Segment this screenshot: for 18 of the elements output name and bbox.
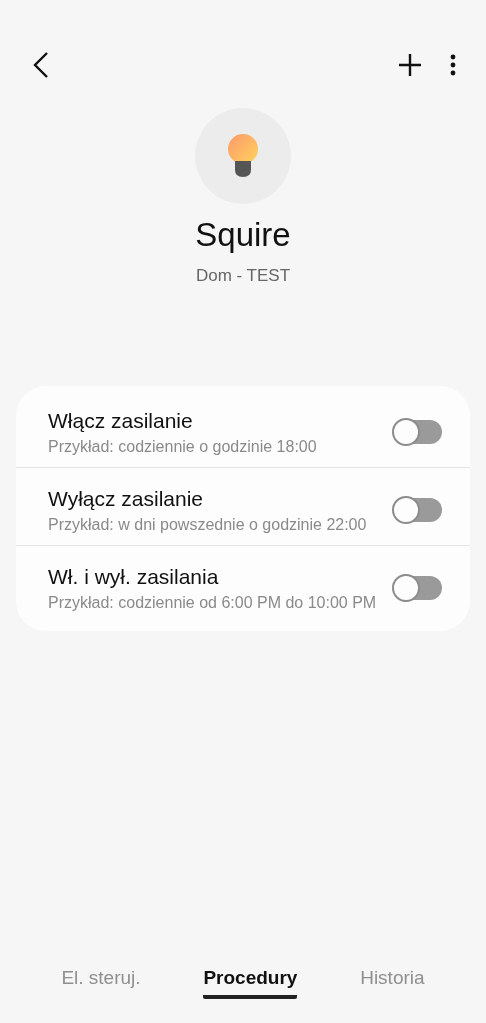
add-icon[interactable] xyxy=(398,53,422,77)
toggle-switch[interactable] xyxy=(394,575,442,600)
tab[interactable]: El. steruj. xyxy=(61,967,141,999)
tab[interactable]: Historia xyxy=(360,967,425,999)
back-icon[interactable] xyxy=(32,51,50,79)
toggle-switch[interactable] xyxy=(394,497,442,522)
bulb-icon xyxy=(227,134,259,178)
tab[interactable]: Procedury xyxy=(203,967,298,999)
more-icon[interactable] xyxy=(450,54,456,76)
routine-example: Przykład: codziennie od 6:00 PM do 10:00 PM xyxy=(48,594,378,611)
routine-title: Włącz zasilanie xyxy=(48,408,194,434)
toggle-switch[interactable] xyxy=(394,419,442,444)
routine-example: Przykład: codziennie o godzinie 18:00 xyxy=(48,438,318,455)
device-location: Dom - TEST xyxy=(195,266,291,286)
routine-title: Wyłącz zasilanie xyxy=(48,486,205,512)
routine-example: Przykład: w dni powszednie o godzinie 22:00 xyxy=(48,516,368,533)
device-name: Squire xyxy=(195,216,291,254)
routine-title: Wł. i wył. zasilania xyxy=(48,564,220,590)
